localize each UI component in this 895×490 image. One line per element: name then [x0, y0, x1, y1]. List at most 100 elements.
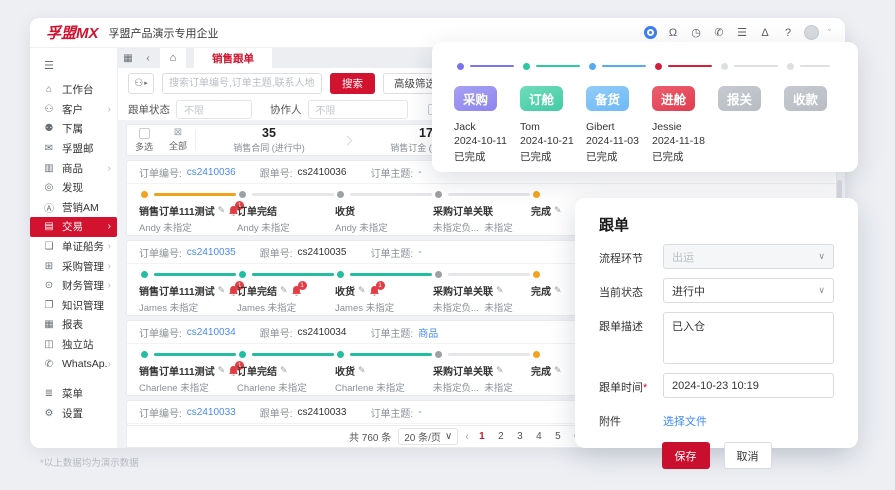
- timeline-line: [350, 193, 432, 196]
- home-tab-icon[interactable]: ⌂: [160, 48, 186, 68]
- sidebar-item-shipping-doc[interactable]: ❏ 单证船务 ›: [30, 237, 117, 257]
- edit-icon[interactable]: ✎: [496, 365, 504, 376]
- sidebar-item-label: 采购管理: [62, 260, 104, 273]
- page-number[interactable]: 5: [552, 431, 564, 442]
- sidebar-item-knowledge-mgmt[interactable]: ❐ 知识管理: [30, 296, 117, 316]
- back-arrow-icon[interactable]: ‹: [138, 48, 158, 68]
- save-button[interactable]: 保存: [661, 442, 710, 469]
- follow-panel-buttons: 保存 取消: [599, 442, 834, 469]
- edit-icon[interactable]: ✎: [554, 205, 562, 216]
- subject-value[interactable]: -: [418, 407, 421, 418]
- clock-icon[interactable]: ◷: [689, 26, 703, 39]
- stage-date: 2024-11-03: [586, 135, 639, 147]
- phone-icon[interactable]: ✆: [712, 26, 726, 39]
- stage-badge[interactable]: 采购: [454, 86, 498, 111]
- follow-time-input[interactable]: [663, 373, 834, 398]
- order-no-link[interactable]: cs2410035: [187, 247, 236, 258]
- stage-badge[interactable]: 备货: [586, 86, 630, 111]
- collaborator-filter-select[interactable]: 不限: [307, 99, 408, 119]
- subject-value[interactable]: 商品: [418, 325, 438, 340]
- timeline-node-title: 销售订单111测试: [139, 287, 215, 298]
- sidebar-item-label: 工作台: [62, 84, 94, 97]
- search-button[interactable]: 搜索: [330, 72, 375, 94]
- headset-icon[interactable]: Ω: [666, 27, 680, 39]
- sidebar-item-subordinate[interactable]: ⚉ 下属: [30, 119, 117, 139]
- sidebar-item-menu[interactable]: ≣ 菜单: [30, 384, 117, 404]
- tab-sales-follow[interactable]: 销售跟单: [194, 48, 272, 68]
- follow-time-row: 跟单时间*: [599, 373, 834, 398]
- select-all-icon[interactable]: ⊠: [174, 128, 182, 138]
- timeline-node-title: 订单完结: [237, 287, 277, 298]
- page-number[interactable]: 1: [476, 431, 488, 442]
- sidebar-item-trade[interactable]: ▤ 交易 ›: [30, 217, 117, 237]
- prev-page-button[interactable]: ‹: [465, 431, 469, 443]
- sidebar-item-finance-mgmt[interactable]: ⊙ 财务管理 ›: [30, 276, 117, 296]
- subject-value[interactable]: -: [418, 247, 421, 258]
- workbench-icon: ⌂: [45, 84, 53, 96]
- sidebar-item-whatsapp[interactable]: ✆ WhatsAp...›: [30, 354, 117, 374]
- edit-icon[interactable]: ✎: [554, 365, 562, 376]
- alert-badge-icon[interactable]: 1: [291, 281, 307, 296]
- edit-icon[interactable]: ✎: [280, 285, 288, 296]
- choose-file-link[interactable]: 选择文件: [663, 407, 707, 429]
- stats-item[interactable]: 35 销售合同 (进行中): [196, 126, 342, 154]
- notification-bell-icon[interactable]: Δ: [758, 27, 772, 39]
- order-no-link[interactable]: cs2410033: [187, 407, 236, 418]
- sidebar-item-product[interactable]: ▥ 商品 ›: [30, 158, 117, 178]
- help-icon[interactable]: ?: [781, 27, 795, 39]
- order-no-link[interactable]: cs2410036: [187, 167, 236, 178]
- sidebar-item-customer[interactable]: ⚇ 客户 ›: [30, 100, 117, 120]
- edit-icon[interactable]: ✎: [218, 365, 226, 376]
- sidebar-item-settings[interactable]: ⚙ 设置: [30, 404, 117, 424]
- stage-date: 2024-10-11: [454, 135, 507, 147]
- stage-dot: [655, 62, 662, 70]
- sidebar-item-report[interactable]: ▦ 报表: [30, 315, 117, 335]
- edit-icon[interactable]: ✎: [358, 285, 366, 296]
- stage-status: 已完成: [520, 151, 552, 163]
- edit-icon[interactable]: ✎: [496, 285, 504, 296]
- contact-search-button[interactable]: ⚇ ▸: [128, 72, 154, 94]
- collaborator-filter-label: 协作人: [270, 103, 302, 116]
- edit-icon[interactable]: ✎: [218, 285, 226, 296]
- sidebar-item-site[interactable]: ◫ 独立站: [30, 335, 117, 355]
- sidebar-item-mail[interactable]: ✉ 孚盟邮: [30, 139, 117, 159]
- ai-assistant-icon[interactable]: [644, 26, 657, 39]
- task-list-icon[interactable]: ☰: [735, 26, 749, 39]
- multi-select-checkbox[interactable]: [138, 127, 150, 139]
- sidebar-item-discover[interactable]: ◎ 发现: [30, 178, 117, 198]
- page-number[interactable]: 2: [495, 431, 507, 442]
- alert-badge-icon[interactable]: 1: [369, 281, 385, 296]
- order-no-link[interactable]: cs2410034: [187, 327, 236, 338]
- stage-badge[interactable]: 报关: [718, 86, 762, 111]
- sidebar-item-workbench[interactable]: ⌂ 工作台: [30, 80, 117, 100]
- page-size-select[interactable]: 20 条/页 ∨: [398, 428, 459, 445]
- page-number[interactable]: 3: [514, 431, 526, 442]
- current-status-select[interactable]: 进行中 ∨: [663, 278, 834, 303]
- sidebar-item-marketing-am[interactable]: Ⓐ 营销AM: [30, 198, 117, 218]
- stage-badge[interactable]: 订舱: [520, 86, 564, 111]
- stage-badge[interactable]: 收款: [784, 86, 828, 111]
- stage-line: [800, 64, 830, 68]
- alert-count: 1: [297, 281, 307, 290]
- edit-icon[interactable]: ✎: [280, 365, 288, 376]
- stage-person: Gibert: [586, 121, 615, 133]
- edit-icon[interactable]: ✎: [218, 205, 226, 216]
- demo-data-note: *以上数据均为演示数据: [40, 458, 139, 469]
- edit-icon[interactable]: ✎: [554, 285, 562, 296]
- sidebar-item-purchase-mgmt[interactable]: ⊞ 采购管理 ›: [30, 256, 117, 276]
- page-number[interactable]: 4: [533, 431, 545, 442]
- subject-value[interactable]: -: [418, 167, 421, 178]
- cancel-button[interactable]: 取消: [723, 442, 772, 469]
- app-grid-icon[interactable]: ▦: [118, 48, 138, 68]
- status-filter-select[interactable]: 不限: [176, 99, 252, 119]
- timeline-node: 收货✎1James 未指定快速完成成功(10-29 10:21): [335, 271, 432, 315]
- timeline-node-title: 销售订单111测试: [139, 367, 215, 378]
- chevron-down-icon[interactable]: ˇ: [828, 28, 831, 38]
- user-avatar[interactable]: [804, 25, 819, 40]
- description-textarea[interactable]: 已入仓: [663, 312, 834, 364]
- process-step-select[interactable]: 出运 ∨: [663, 244, 834, 269]
- stage-badge[interactable]: 进舱: [652, 86, 696, 111]
- search-input[interactable]: [162, 72, 322, 94]
- edit-icon[interactable]: ✎: [358, 365, 366, 376]
- sidebar-collapse-icon[interactable]: ☰: [30, 56, 117, 74]
